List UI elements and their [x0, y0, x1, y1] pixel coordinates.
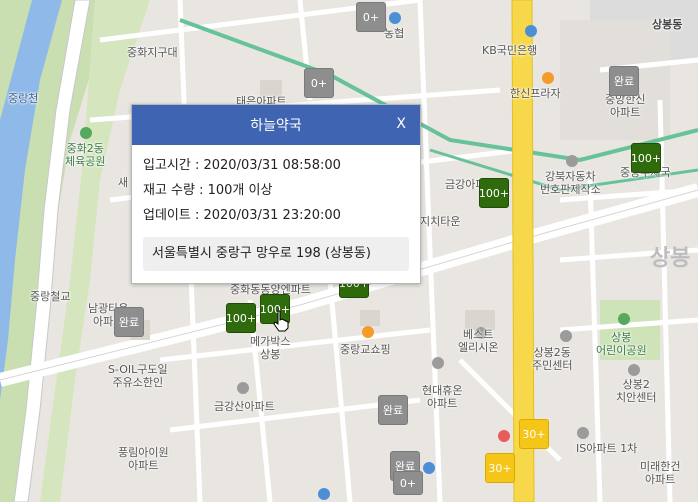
map-label-park: 상봉 어린이공원 — [596, 331, 647, 357]
shop-pin-icon — [362, 326, 374, 338]
stock-time: 입고시간 : 2020/03/31 08:58:00 — [143, 158, 341, 173]
pharmacy-marker[interactable]: 30+ — [519, 419, 549, 449]
popup-header: 하늘약국 X — [132, 105, 420, 145]
pharmacy-marker[interactable]: 완료 — [114, 307, 144, 337]
map-label: 중랑교쇼핑 — [340, 343, 391, 356]
stock-quantity: 재고 수량 : 100개 이상 — [143, 183, 273, 198]
map-label: 한신프라자 — [510, 87, 561, 100]
pharmacy-marker[interactable]: 100+ — [226, 303, 256, 333]
map-label-area: 상봉 — [650, 246, 691, 271]
shop-pin-icon — [542, 72, 554, 84]
pharmacy-marker[interactable]: 100+ — [631, 143, 661, 173]
pharmacy-marker[interactable]: 0+ — [304, 68, 334, 98]
map-label: 풍림아이원 아파트 — [118, 446, 169, 472]
popup-title: 하늘약국 — [250, 118, 302, 134]
close-button[interactable]: X — [396, 116, 406, 132]
popup-body: 입고시간 : 2020/03/31 08:58:00 재고 수량 : 100개 … — [132, 145, 420, 271]
subway-pin-icon — [498, 430, 510, 442]
pharmacy-marker[interactable]: 100+ — [479, 178, 509, 208]
building-pin-icon — [628, 364, 640, 376]
hand-cursor-icon — [273, 310, 289, 332]
pharmacy-marker[interactable]: 완료 — [378, 395, 408, 425]
pharmacy-marker[interactable]: 0+ — [393, 471, 423, 495]
building-pin-icon — [560, 330, 572, 342]
map-label: 강북자동차 번호판제작소 — [540, 170, 601, 196]
pharmacy-marker[interactable]: 30+ — [485, 453, 515, 483]
bank-pin-icon — [423, 462, 435, 474]
park-pin-icon — [618, 313, 630, 325]
map-label-river: 중랑천 — [8, 92, 39, 105]
map-label: IS아파트 1차 — [576, 442, 638, 455]
updated-time: 업데이트 : 2020/03/31 23:20:00 — [143, 208, 341, 223]
park-pin-icon — [80, 127, 92, 139]
bank-pin-icon — [389, 12, 401, 24]
map-label: 미래한건 아파트 — [640, 460, 681, 486]
map-label: 베스트 엘리시온 — [458, 328, 499, 354]
building-pin-icon — [432, 357, 444, 369]
map-label: 지치타운 — [420, 215, 461, 228]
map-label: 중앙한신 아파트 — [605, 93, 646, 119]
map-label: 메가박스 상봉 — [250, 335, 291, 361]
map-label: 상봉2 치안센터 — [616, 378, 657, 404]
map-label: KB국민은행 — [482, 44, 538, 57]
bank-pin-icon — [525, 25, 537, 37]
map-label: 금강산아파트 — [214, 400, 275, 413]
map-label: S-OIL구도일 주유소한인 — [108, 363, 168, 389]
map-label: 중랑철교 — [30, 290, 71, 303]
building-pin-icon — [577, 427, 589, 439]
map-label: 현대휴온 아파트 — [422, 384, 463, 410]
pharmacy-info-popup: 하늘약국 X 입고시간 : 2020/03/31 08:58:00 재고 수량 … — [131, 104, 421, 284]
building-pin-icon — [566, 155, 578, 167]
address-box: 서울특별시 중랑구 망우로 198 (상봉동) — [143, 237, 409, 271]
map-label: 상봉2동 주민센터 — [532, 346, 573, 372]
map-label-district: 상봉동 — [652, 18, 683, 31]
map-label: 농협 — [384, 27, 405, 40]
map-label: 새 — [118, 176, 129, 189]
building-pin-icon — [237, 382, 249, 394]
map-label: 중화지구대 — [127, 46, 178, 59]
map-label-park: 중화2동 체육공원 — [65, 142, 106, 168]
pharmacy-marker[interactable]: 0+ — [356, 2, 386, 32]
pharmacy-marker[interactable]: 완료 — [609, 66, 639, 96]
bank-pin-icon — [318, 488, 330, 500]
